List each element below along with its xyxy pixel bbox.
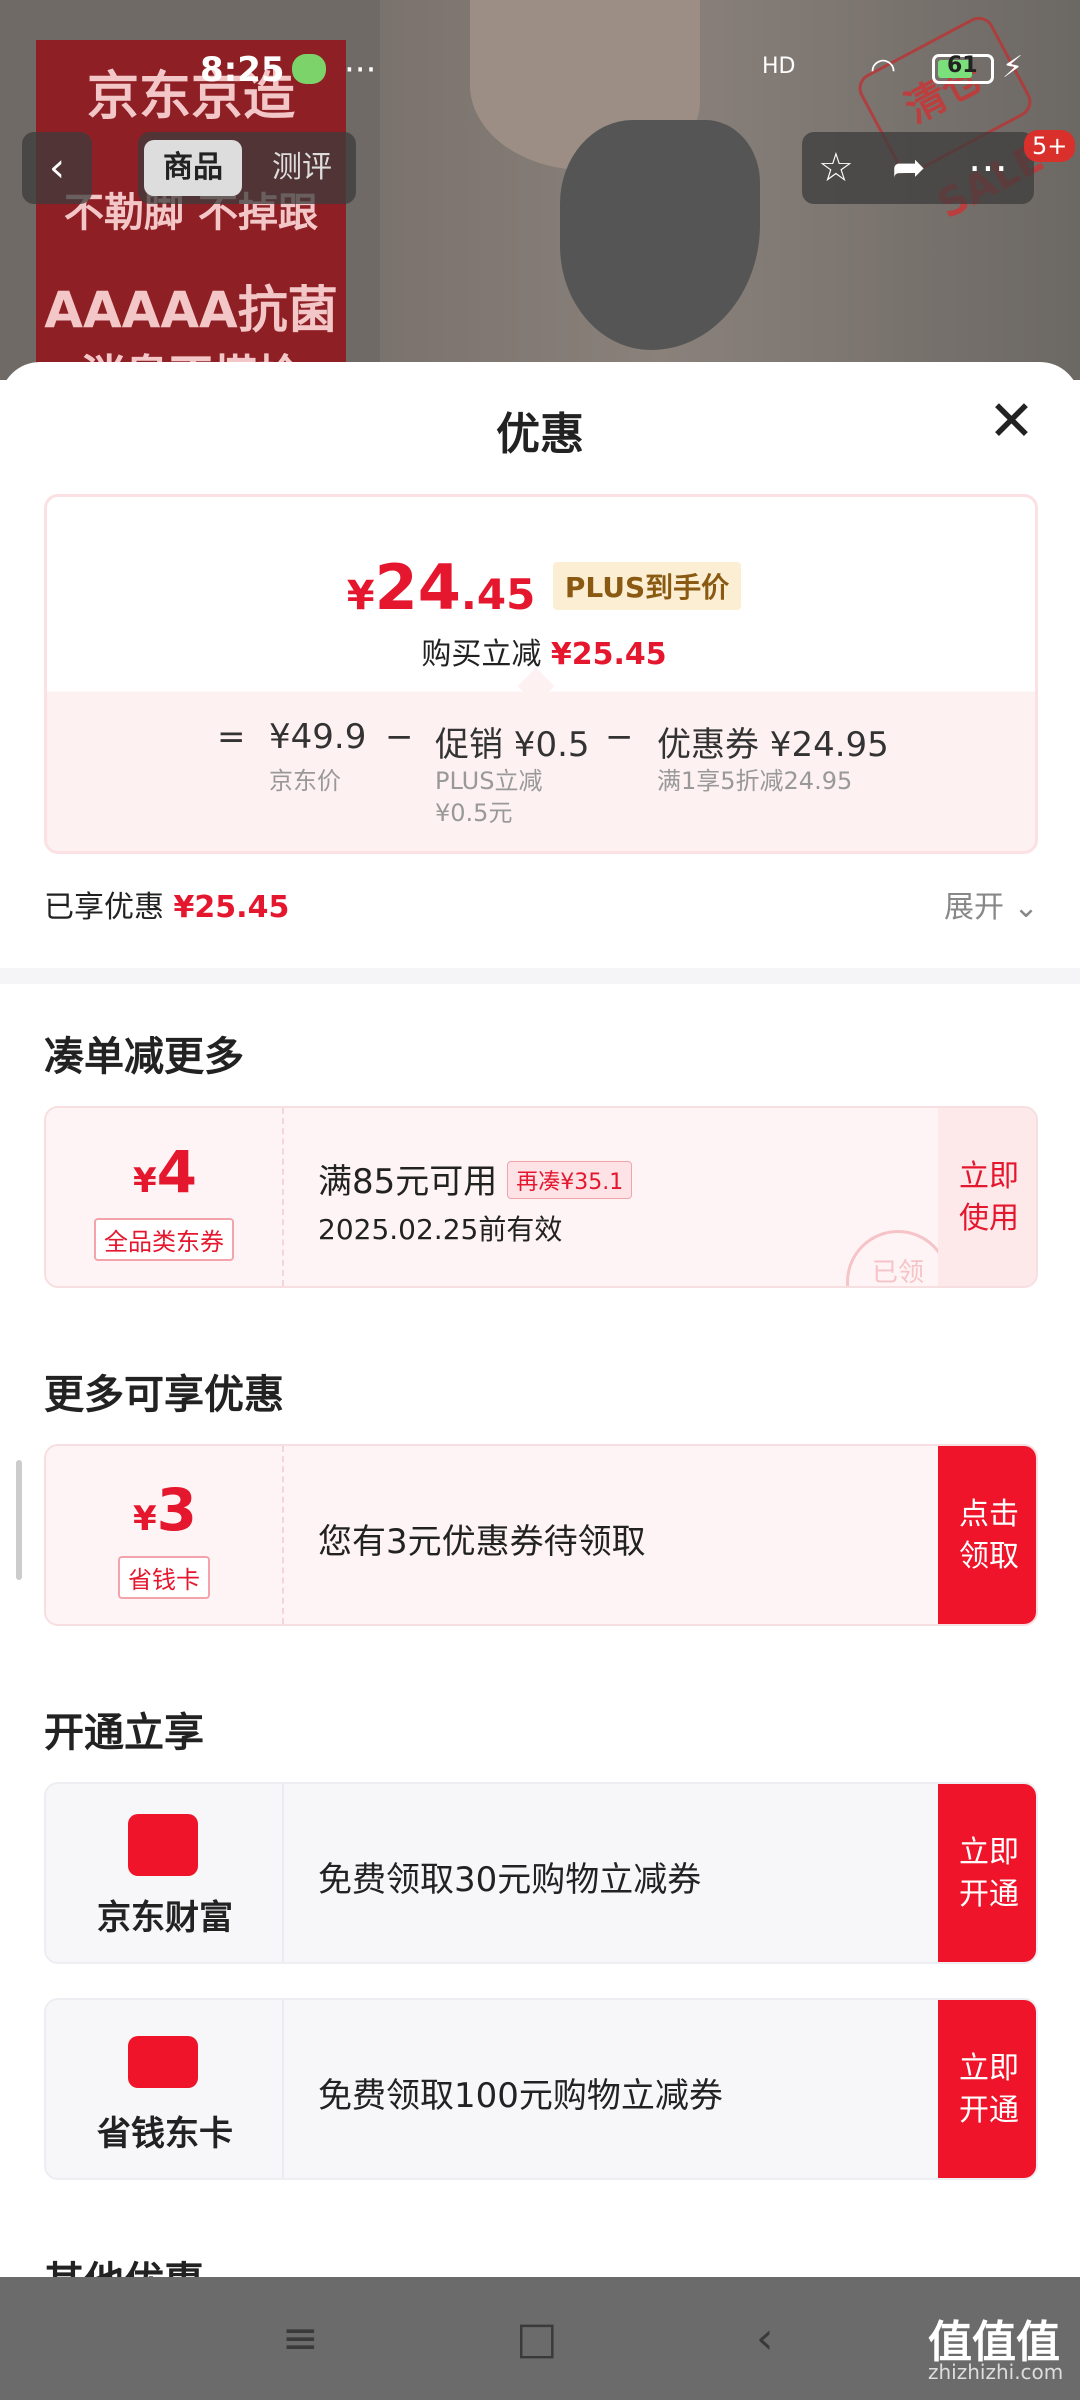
wifi-icon: ◠ [870,52,897,87]
section-heading: 开通立享 [44,1710,204,1756]
coupon-validity: 2025.02.25前有效 [318,1213,563,1246]
final-price: ¥24.45 PLUS到手价 [47,551,1041,624]
use-now-button[interactable]: 立即 使用 [938,1108,1036,1286]
discount-label: 购买立减 [421,637,542,672]
enjoyed-value: ¥25.45 [173,890,290,925]
card-left: 京东财富 [46,1784,284,1962]
equals-sign: = [217,717,246,757]
star-icon[interactable]: ☆ [818,142,854,194]
promo-detail: ¥0.5元 [435,799,513,827]
button-line: 立即 [959,2051,1019,2086]
coupon-left: ¥3 省钱卡 [46,1446,284,1624]
scrollbar[interactable] [16,1460,22,1580]
product-poster: 京东京造 不勒脚 不掉跟 AAAAA抗菌 消臭不搭检 [36,40,346,380]
section-heading: 更多可享优惠 [44,1372,284,1418]
promo-amount: 促销 ¥0.5 [435,725,590,765]
currency: ¥ [132,1161,157,1201]
open-card-savings[interactable]: 省钱东卡 免费领取100元购物立减券 立即开通 [44,1998,1038,2180]
coupon-detail: 满1享5折减24.95 [657,767,853,795]
claimed-stamp: 已领 [846,1230,950,1286]
card-left: 省钱东卡 [46,2000,284,2178]
watermark-url: zhizhizhi.com [928,2360,1064,2384]
more-icon[interactable]: ⋯ [968,142,1008,194]
coupon-type-tag: 全品类东券 [94,1218,234,1261]
section-heading: 凑单减更多 [44,1034,244,1080]
more-notifications-icon: ··· [344,50,377,90]
open-card-jd-wealth[interactable]: 京东财富 免费领取30元购物立减券 立即开通 [44,1782,1038,1964]
button-line: 开通 [959,1877,1019,1912]
amount: 4 [156,1138,198,1206]
amount: 3 [156,1476,198,1544]
open-now-button[interactable]: 立即 开通 [938,2000,1036,2178]
battery-level: 61 [947,53,978,78]
back-button[interactable]: ‹ [22,132,92,204]
enjoyed-discount: 已享优惠 ¥25.45 [44,882,289,926]
top-actions: ☆ ➦ ⋯ [802,132,1034,204]
expand-button[interactable]: 展开 ⌄ [944,882,1039,926]
section-divider [0,968,1080,984]
card-name: 省钱东卡 [97,2114,233,2154]
discount-value: ¥25.45 [550,637,667,672]
system-nav-bar: ≡ □ ‹ [0,2277,1080,2400]
menu-icon[interactable]: ≡ [282,2313,319,2364]
jd-wealth-icon [128,1814,198,1876]
poster-line: AAAAA抗菌 [44,281,338,339]
card-text: 免费领取100元购物立减券 [318,2076,723,2116]
chevron-left-icon: ‹ [49,145,65,191]
share-icon[interactable]: ➦ [892,142,926,194]
section-heading-partial: 其他优惠 [44,2254,204,2277]
credit-card-icon [128,2036,198,2088]
coupon-card-jd[interactable]: ¥4 全品类东券 满85元可用 再凑¥35.1 2025.02.25前有效 已领 … [44,1106,1038,1288]
battery-icon: 61 [932,53,994,84]
back-icon[interactable]: ‹ [756,2313,774,2364]
signal-icon: HD [762,54,796,79]
coupon-amount: ¥4 [46,1138,284,1206]
top-tabs: 商品 测评 [138,132,356,204]
tab-product[interactable]: 商品 [144,140,242,196]
jd-price-label: 京东价 [269,767,341,795]
wechat-icon [292,54,326,84]
coupon-amount: 优惠券 ¥24.95 [657,725,889,765]
button-line: 领取 [959,1539,1019,1574]
sheet-title: 优惠 [496,409,584,460]
card-text: 免费领取30元购物立减券 [318,1860,702,1900]
currency: ¥ [346,573,375,619]
coupon-condition: 满85元可用 [318,1162,498,1202]
add-more-tag: 再凑¥35.1 [507,1161,633,1199]
discount-sheet: 优惠 ✕ ¥24.45 PLUS到手价 购买立减 ¥25.45 = ¥49.9 … [0,362,1080,2277]
button-line: 立即 [959,1835,1019,1870]
close-icon[interactable]: ✕ [988,392,1035,452]
caret [517,667,555,705]
jd-price: ¥49.9 [269,717,367,757]
status-bar: 8:25 ··· HD ◠ 61 ⚡ [0,50,1080,90]
button-line: 点击 [959,1497,1019,1532]
price-breakdown: ¥24.45 PLUS到手价 购买立减 ¥25.45 = ¥49.9 京东价 −… [44,494,1038,854]
coupon-left: ¥4 全品类东券 [46,1108,284,1286]
card-name: 京东财富 [97,1898,233,1938]
button-line: 使用 [959,1201,1019,1236]
status-time: 8:25 [200,50,285,90]
coupon-type-tag: 省钱卡 [118,1556,210,1599]
claim-button[interactable]: 点击 领取 [938,1446,1036,1624]
coupon-card-savings[interactable]: ¥3 省钱卡 您有3元优惠券待领取 点击领取 [44,1444,1038,1626]
enjoyed-label: 已享优惠 [44,890,164,925]
plus-price-tag: PLUS到手价 [552,562,742,610]
message-badge: 5+ [1024,130,1076,162]
price-int: 24 [374,551,461,624]
coupon-amount: ¥3 [46,1476,284,1544]
button-line: 立即 [959,1159,1019,1194]
currency: ¥ [132,1499,157,1539]
button-line: 开通 [959,2093,1019,2128]
coupon-title: 满85元可用 再凑¥35.1 [318,1154,633,1203]
minus-sign: − [385,717,414,757]
coupon-text: 您有3元优惠券待领取 [318,1522,646,1562]
price-dec: .45 [460,570,536,619]
minus-sign: − [605,717,634,757]
discount-summary: 购买立减 ¥25.45 [47,629,1041,673]
tab-review[interactable]: 测评 [254,140,350,196]
home-icon[interactable]: □ [516,2313,558,2364]
open-now-button[interactable]: 立即 开通 [938,1784,1036,1962]
promo-detail: PLUS立减 [435,767,543,795]
charging-icon: ⚡ [1002,50,1024,85]
